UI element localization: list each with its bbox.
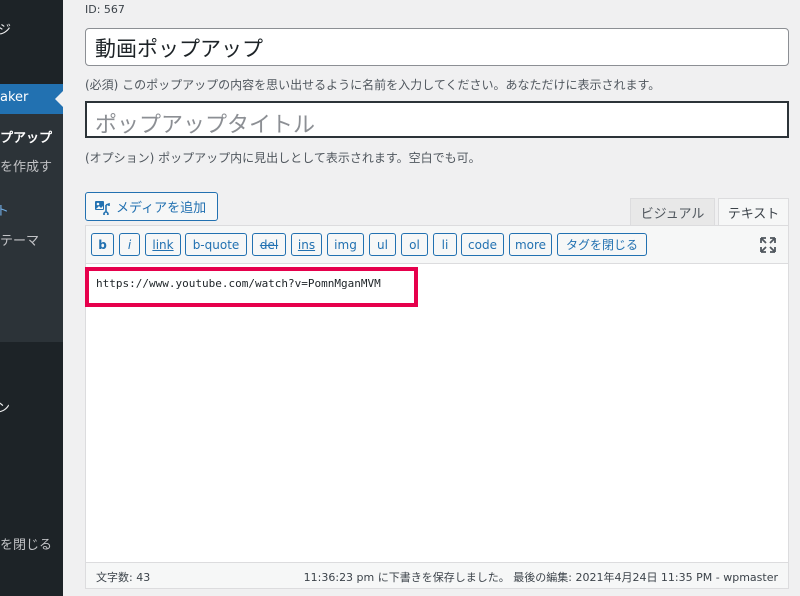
submenu-item-themes[interactable]: テーマ [0, 230, 39, 249]
text-editor: b i link b-quote del ins img ul ol li co… [85, 225, 789, 589]
qt-img-button[interactable]: img [327, 233, 364, 256]
sidebar-item-popup-maker[interactable]: aker [0, 84, 63, 114]
post-id-label: ID: 567 [85, 3, 125, 16]
qt-li-button[interactable]: li [433, 233, 457, 256]
add-media-label: メディアを追加 [116, 201, 207, 216]
popup-name-help: (必須) このポップアップの内容を思い出せるように名前を入力してください。あなた… [85, 78, 661, 92]
qt-del-button[interactable]: del [252, 233, 286, 256]
highlight-box [85, 267, 418, 307]
popup-title-help: (オプション) ポップアップ内に見出しとして表示されます。空白でも可。 [85, 151, 481, 165]
editor-status-bar: 文字数: 43 11:36:23 pm に下書きを保存しました。 最後の編集: … [86, 562, 788, 588]
qt-ul-button[interactable]: ul [369, 233, 396, 256]
admin-sidebar: ジ aker プアップ を作成す ト テーマ ン を閉じる [0, 0, 63, 596]
popup-name-input[interactable]: 動画ポップアップ [85, 28, 789, 66]
sidebar-item-fragment-2[interactable]: ン [0, 397, 10, 416]
active-indicator-arrow [55, 91, 63, 107]
fullscreen-icon[interactable] [760, 237, 776, 253]
quicktags-toolbar: b i link b-quote del ins img ul ol li co… [86, 226, 788, 264]
qt-more-button[interactable]: more [509, 233, 552, 256]
qt-close-tags-button[interactable]: タグを閉じる [557, 233, 647, 256]
editor-content-area[interactable]: https://www.youtube.com/watch?v=PomnMgan… [85, 265, 788, 562]
word-count: 文字数: 43 [96, 571, 151, 584]
collapse-menu-button[interactable]: を閉じる [0, 534, 52, 553]
sidebar-submenu: プアップ を作成す ト テーマ [0, 114, 63, 342]
tab-visual[interactable]: ビジュアル [630, 198, 715, 225]
main-content: ID: 567 動画ポップアップ (必須) このポップアップの内容を思い出せるよ… [63, 0, 800, 596]
qt-code-button[interactable]: code [461, 233, 504, 256]
autosave-status: 11:36:23 pm に下書きを保存しました。 最後の編集: 2021年4月2… [303, 571, 778, 584]
qt-ol-button[interactable]: ol [401, 233, 428, 256]
sidebar-item-label: aker [0, 90, 29, 105]
qt-ins-button[interactable]: ins [291, 233, 322, 256]
add-media-button[interactable]: メディアを追加 [85, 192, 218, 221]
media-icon [94, 199, 110, 217]
qt-italic-button[interactable]: i [119, 233, 140, 256]
submenu-item-fragment[interactable]: ト [0, 200, 9, 219]
submenu-item-popups[interactable]: プアップ [0, 127, 52, 146]
popup-title-input[interactable]: ポップアップタイトル [85, 101, 789, 138]
tab-text[interactable]: テキスト [718, 198, 789, 226]
qt-link-button[interactable]: link [145, 233, 181, 256]
submenu-item-add-new[interactable]: を作成す [0, 156, 52, 175]
qt-bold-button[interactable]: b [91, 233, 114, 256]
qt-bquote-button[interactable]: b-quote [185, 233, 247, 256]
sidebar-item-fragment[interactable]: ジ [0, 19, 11, 38]
